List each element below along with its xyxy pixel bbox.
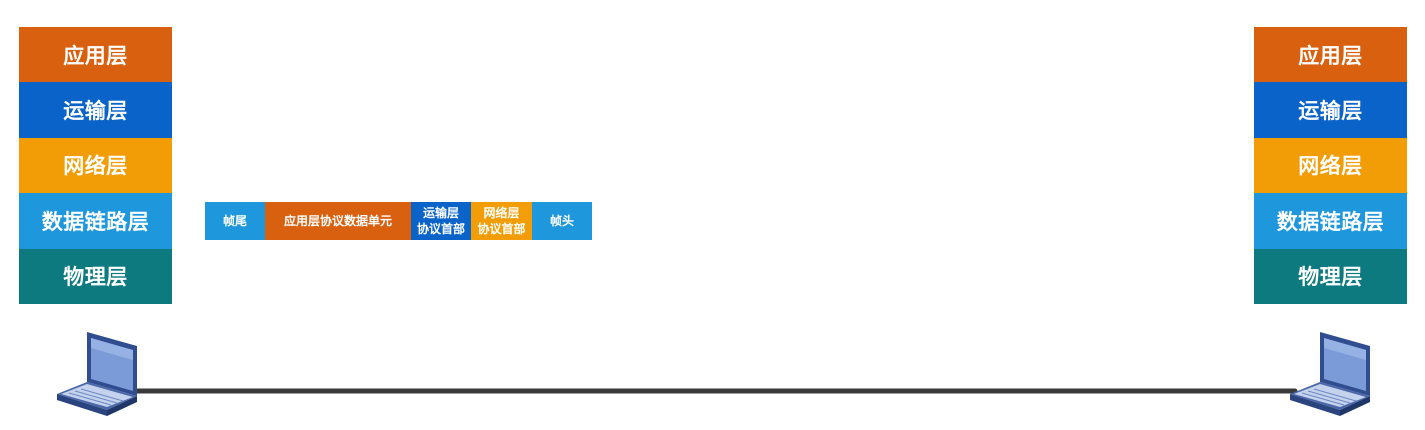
transport-header-line1: 运输层 [422, 206, 459, 220]
left-layer-data-link: 数据链路层 [19, 193, 172, 249]
right-layer-transport: 运输层 [1254, 82, 1407, 138]
laptop-icon [57, 332, 137, 416]
right-layer-network: 网络层 [1254, 137, 1407, 194]
left-layer-network: 网络层 [19, 137, 172, 194]
right-layer-physical: 物理层 [1254, 248, 1407, 304]
frame-network-header: 网络层 协议首部 [471, 202, 532, 240]
left-protocol-stack: 应用层 运输层 网络层 数据链路层 物理层 [19, 27, 172, 304]
left-layer-transport: 运输层 [19, 82, 172, 138]
frame-header: 帧头 [532, 202, 592, 240]
laptop-icon [1290, 332, 1370, 416]
right-protocol-stack: 应用层 运输层 网络层 数据链路层 物理层 [1254, 27, 1407, 304]
frame-trailer: 帧尾 [205, 202, 265, 240]
data-link-frame: 帧尾 应用层协议数据单元 运输层 协议首部 网络层 协议首部 帧头 [205, 202, 592, 240]
left-layer-physical: 物理层 [19, 248, 172, 304]
transport-header-line2: 协议首部 [416, 222, 465, 236]
left-layer-application: 应用层 [19, 27, 172, 83]
right-layer-data-link: 数据链路层 [1254, 193, 1407, 249]
network-header-line2: 协议首部 [477, 222, 526, 236]
frame-application-pdu: 应用层协议数据单元 [265, 202, 411, 240]
frame-transport-header: 运输层 协议首部 [411, 202, 471, 240]
network-header-line1: 网络层 [483, 206, 520, 220]
right-layer-application: 应用层 [1254, 27, 1407, 83]
